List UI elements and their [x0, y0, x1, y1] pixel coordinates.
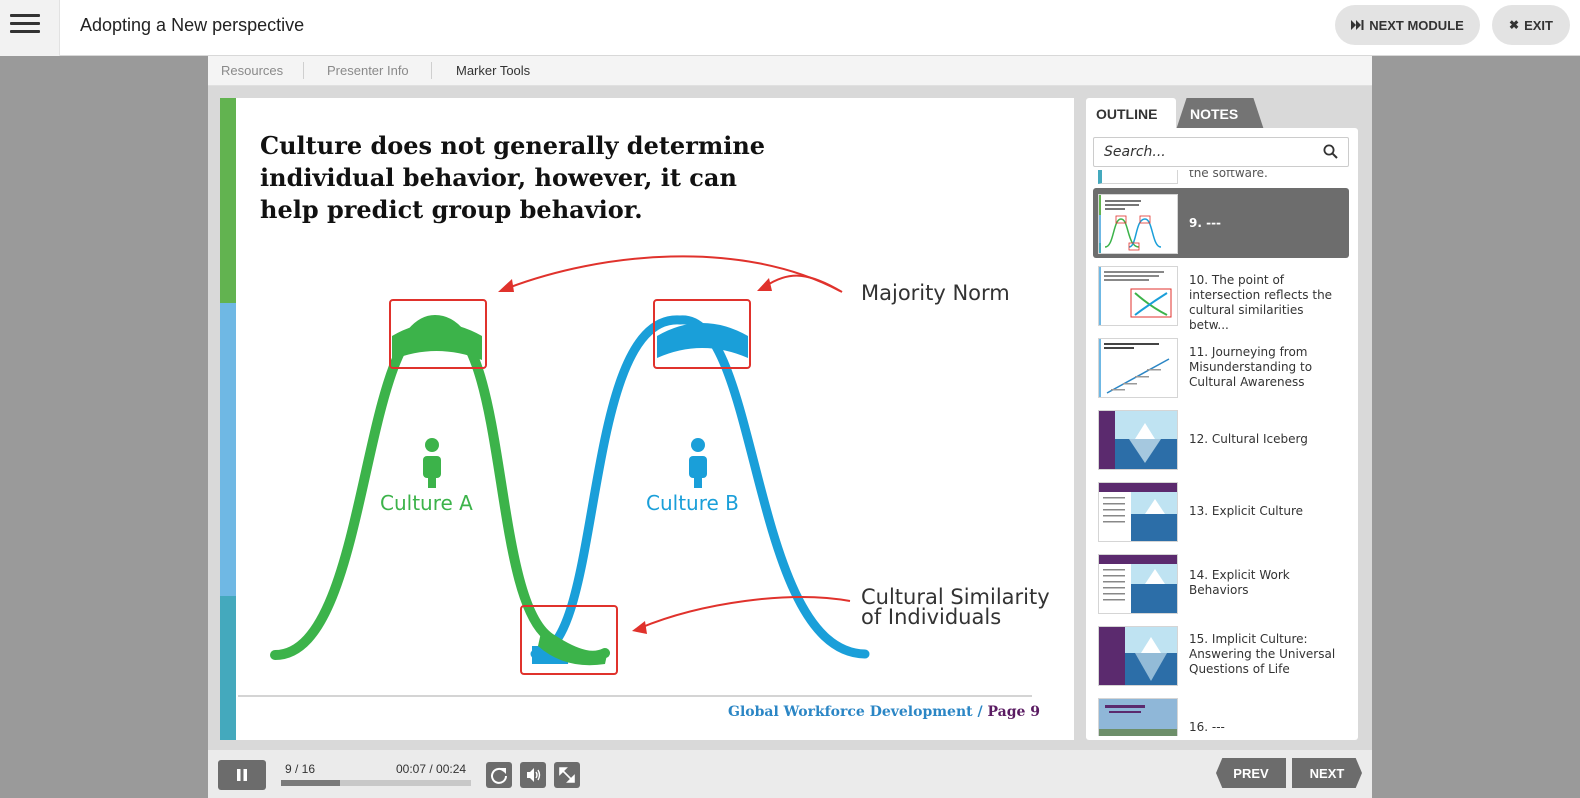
outline-item-label: 16. ---: [1189, 720, 1225, 734]
culture-b-label: Culture B: [646, 491, 739, 515]
volume-button[interactable]: [520, 762, 546, 788]
magnifier-icon[interactable]: [1323, 144, 1338, 159]
outline-item-label: the software.: [1189, 170, 1268, 180]
culture-a-person-head: [425, 438, 439, 452]
majority-arrow-a-head: [498, 279, 514, 292]
exit-label: EXIT: [1524, 17, 1553, 33]
bell-curve-diagram: [238, 255, 1032, 697]
outline-item-11[interactable]: 11. Journeying from Misunderstanding to …: [1093, 332, 1349, 402]
tab-outline[interactable]: OUTLINE: [1086, 98, 1176, 130]
replay-icon: [491, 767, 507, 784]
pause-button[interactable]: [218, 760, 266, 790]
slide-thumbnail: [1098, 266, 1178, 326]
majority-arrow-b-head: [757, 278, 772, 291]
outline-item-12[interactable]: 12. Cultural Iceberg: [1093, 404, 1349, 474]
toolbar-divider: [431, 62, 432, 79]
majority-arrow-b: [765, 274, 843, 293]
marker-tools-tab[interactable]: Marker Tools: [456, 63, 530, 78]
culture-a-label: Culture A: [380, 491, 473, 515]
next-module-label: NEXT MODULE: [1369, 17, 1464, 33]
course-title: Adopting a New perspective: [80, 15, 305, 35]
slide-thumbnail: [1098, 554, 1178, 614]
volume-icon: [527, 768, 541, 782]
culture-b-person-legs: [694, 474, 702, 488]
outline-item-9[interactable]: 9. ---: [1093, 188, 1349, 258]
culture-b-person-head: [691, 438, 705, 452]
outline-item-10[interactable]: 10. The point of intersection reflects t…: [1093, 260, 1349, 332]
outline-body: the software. 9. -: [1086, 128, 1358, 740]
hamburger-menu-icon-bar: [10, 30, 40, 33]
prev-button[interactable]: PREV: [1216, 758, 1286, 788]
playback-time: 00:07 / 00:24: [396, 762, 467, 776]
outline-item-14[interactable]: 14. Explicit Work Behaviors: [1093, 548, 1349, 618]
progress-bar[interactable]: [281, 780, 471, 786]
toolbar-divider: [303, 62, 304, 79]
similarity-arrow-head: [632, 621, 647, 634]
outline-item-16[interactable]: 16. ---: [1093, 692, 1349, 736]
pause-icon: [237, 769, 247, 781]
outline-item-partial[interactable]: the software.: [1093, 170, 1349, 188]
majority-arrow-a: [507, 255, 841, 292]
culture-a-peak: [392, 323, 482, 360]
outline-item-label: 14. Explicit Work Behaviors: [1189, 568, 1290, 597]
outline-item-label: 11. Journeying from Misunderstanding to …: [1189, 345, 1313, 389]
outline-item-label: 10. The point of intersection reflects t…: [1189, 273, 1333, 332]
slide-thumbnail: [1098, 482, 1178, 542]
slide-counter: 9 / 16: [285, 762, 316, 776]
slide-footer: Global Workforce Development / Page 9: [728, 704, 1040, 720]
culture-b-peak: [657, 323, 748, 358]
slide-thumbnail: [1098, 626, 1178, 686]
slide-canvas: Culture does not generally determine ind…: [220, 98, 1074, 740]
fullscreen-icon: [559, 767, 575, 783]
playback-controls: 9 / 16 00:07 / 00:24 PREV NEXT: [208, 750, 1372, 798]
exit-button[interactable]: ✖ EXIT: [1492, 5, 1570, 45]
next-module-button[interactable]: NEXT MODULE: [1335, 5, 1480, 45]
slide-thumbnail: [1098, 338, 1178, 398]
player-toolbar: Resources Presenter Info Marker Tools: [208, 56, 1372, 86]
presenter-info-tab[interactable]: Presenter Info: [327, 63, 409, 78]
outline-list: the software. 9. --- 10. The point of in…: [1093, 170, 1349, 736]
slide-footer-brand: Global Workforce Development /: [728, 704, 988, 720]
player: Resources Presenter Info Marker Tools Cu…: [208, 56, 1372, 798]
slide-thumbnail: [1098, 194, 1178, 254]
top-bar: Adopting a New perspective NEXT MODULE ✖…: [0, 0, 1580, 56]
next-button[interactable]: NEXT: [1292, 758, 1362, 788]
slide-thumbnail: [1098, 170, 1178, 184]
outline-item-13[interactable]: 13. Explicit Culture: [1093, 476, 1349, 546]
majority-norm-label: Majority Norm: [861, 281, 1010, 305]
slide-footer-page: Page 9: [987, 704, 1041, 720]
culture-a-person-legs: [428, 474, 436, 488]
fullscreen-button[interactable]: [554, 762, 580, 788]
close-icon: ✖: [1509, 18, 1520, 32]
slide-thumbnail: [1098, 698, 1178, 736]
hamburger-menu-button[interactable]: [0, 0, 60, 56]
cultural-similarity-label-line2: of Individuals: [861, 605, 1002, 629]
outline-item-label: 12. Cultural Iceberg: [1189, 432, 1308, 446]
replay-button[interactable]: [486, 762, 512, 788]
tab-notes[interactable]: NOTES: [1176, 98, 1264, 130]
hamburger-menu-icon: [10, 14, 40, 17]
progress-fill: [281, 780, 340, 786]
hamburger-menu-icon-bar: [10, 22, 40, 25]
outline-item-label: 15. Implicit Culture: Answering the Univ…: [1189, 632, 1336, 676]
outline-item-label: 9. ---: [1189, 216, 1222, 230]
outline-item-15[interactable]: 15. Implicit Culture: Answering the Univ…: [1093, 620, 1349, 690]
slide-thumbnail: [1098, 410, 1178, 470]
search-input[interactable]: [1093, 137, 1349, 167]
skip-forward-icon: [1351, 20, 1364, 30]
outline-panel: NOTES OUTLINE the software.: [1086, 98, 1358, 740]
outline-item-label: 13. Explicit Culture: [1189, 504, 1303, 518]
resources-tab[interactable]: Resources: [221, 63, 283, 78]
